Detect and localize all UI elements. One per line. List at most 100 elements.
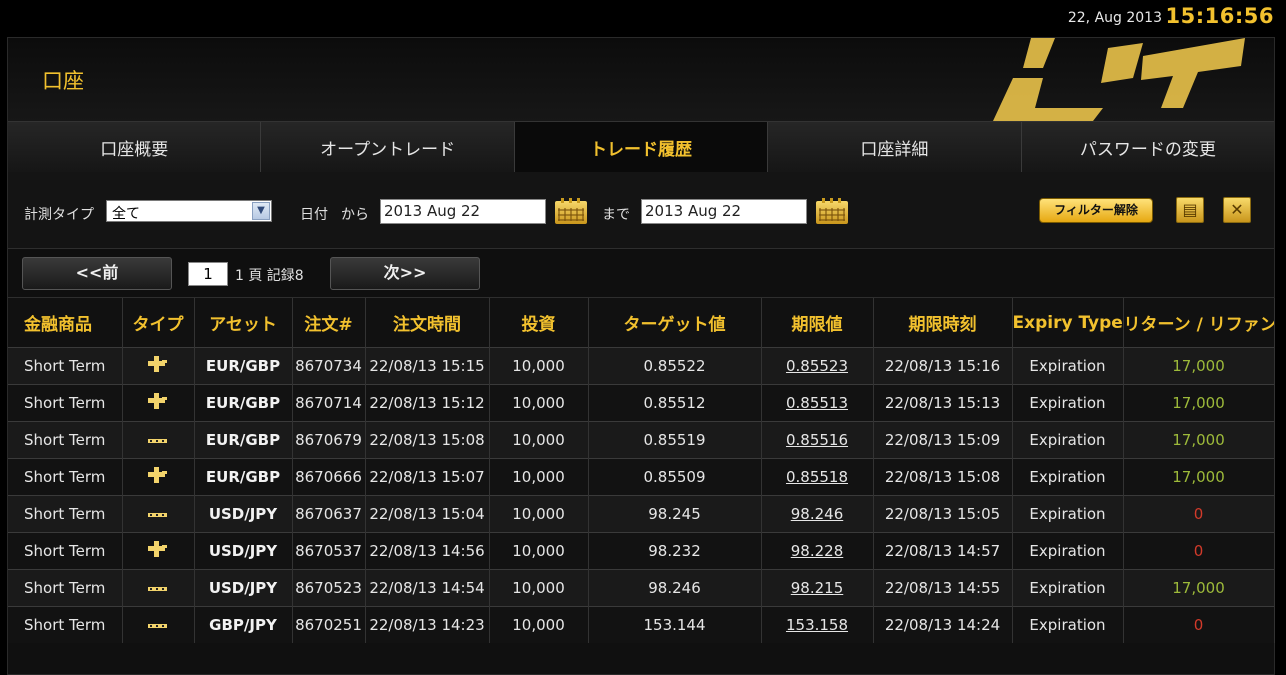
table-cell: 17,000 [1123,347,1275,385]
call-icon [122,532,195,570]
filter-bar: 計測タイプ 全て ▼ 日付 から 2013 Aug 22 まで 2013 Aug… [8,172,1274,249]
table-cell: 22/08/13 15:05 [873,495,1013,533]
tab-account-overview[interactable]: 口座概要 [8,122,262,172]
put-icon [122,569,195,607]
column-header[interactable]: 金融商品 [8,298,123,348]
expiry-value-link[interactable]: 98.246 [761,495,874,533]
expiry-value-link[interactable]: 0.85516 [761,421,874,459]
column-header[interactable]: 注文時間 [365,298,490,348]
table-row: Short Term EUR/GBP 8670679 22/08/13 15:08 10… [8,421,1275,459]
table-cell: Expiration [1012,532,1124,570]
expiry-value-link[interactable]: 0.85523 [761,347,874,385]
table-cell: 8670537 [292,532,366,570]
column-header[interactable]: 期限値 [761,298,874,348]
next-page-button[interactable]: 次>> [330,257,480,290]
table-cell: EUR/GBP [194,421,293,459]
chevron-down-icon[interactable]: ▼ [252,202,270,220]
table-cell: Expiration [1012,384,1124,422]
table-cell: 22/08/13 15:04 [365,495,490,533]
table-cell: USD/JPY [194,569,293,607]
tab-open-trades[interactable]: オープントレード [261,122,515,172]
calendar-icon[interactable] [555,198,587,224]
tab-account-details[interactable]: 口座詳細 [768,122,1022,172]
table-row: Short Term USD/JPY 8670537 22/08/13 14:56 10… [8,532,1275,570]
table-cell: GBP/JPY [194,606,293,643]
table-cell: 22/08/13 15:07 [365,458,490,496]
table-row: Short Term EUR/GBP 8670734 22/08/13 15:15 10… [8,347,1275,385]
table-row: Short Term USD/JPY 8670523 22/08/13 14:54 10… [8,569,1275,607]
put-icon [122,606,195,643]
table-cell: Short Term [8,606,123,643]
table-cell: 22/08/13 15:16 [873,347,1013,385]
table-cell: 10,000 [489,495,589,533]
table-cell: EUR/GBP [194,347,293,385]
table-cell: 22/08/13 14:56 [365,532,490,570]
page-number-input[interactable]: 1 [188,262,228,286]
page-title: 口座 [42,69,84,93]
expiry-value-link[interactable]: 0.85518 [761,458,874,496]
table-cell: 0 [1123,495,1275,533]
put-icon [122,495,195,533]
prev-page-button[interactable]: <<前 [22,257,172,290]
type-filter-label: 計測タイプ [24,207,94,223]
expiry-value-link[interactable]: 153.158 [761,606,874,643]
table-cell: 8670637 [292,495,366,533]
top-bar: 22, Aug 2013 15:16:56 [0,0,1286,38]
to-date-field[interactable]: 2013 Aug 22 [641,199,807,224]
pagination-bar: <<前 1 1 頁 記録8 次>> [8,249,1274,298]
expiry-value-link[interactable]: 98.215 [761,569,874,607]
table-cell: 22/08/13 15:08 [365,421,490,459]
table-cell: Short Term [8,347,123,385]
table-cell: USD/JPY [194,495,293,533]
table-cell: 22/08/13 14:24 [873,606,1013,643]
column-header[interactable]: Expiry Type [1012,298,1124,348]
table-cell: 8670251 [292,606,366,643]
expiry-value-link[interactable]: 0.85513 [761,384,874,422]
print-icon[interactable]: ▤ [1176,197,1204,223]
table-cell: 17,000 [1123,569,1275,607]
table-cell: Short Term [8,569,123,607]
table-cell: USD/JPY [194,532,293,570]
account-panel: 口座 口座概要 オープントレード トレード履歴 口座詳細 パスワードの変更 計測… [7,37,1275,675]
tab-change-password[interactable]: パスワードの変更 [1021,122,1275,172]
table-cell: Expiration [1012,569,1124,607]
table-header-row: 金融商品 タイプ アセット 注文# 注文時間 投資 ターゲット値 期限値 期限時刻 Expiry … [8,298,1275,348]
table-cell: 0.85509 [588,458,762,496]
column-header[interactable]: ターゲット値 [588,298,762,348]
table-cell: 22/08/13 15:15 [365,347,490,385]
table-cell: 0 [1123,606,1275,643]
expiry-value-link[interactable]: 98.228 [761,532,874,570]
table-cell: 17,000 [1123,384,1275,422]
table-cell: EUR/GBP [194,384,293,422]
table-cell: 98.232 [588,532,762,570]
column-header[interactable]: タイプ [122,298,195,348]
table-cell: 17,000 [1123,458,1275,496]
from-date-field[interactable]: 2013 Aug 22 [380,199,546,224]
current-date: 22, Aug 2013 [1067,10,1162,26]
column-header[interactable]: 投資 [489,298,589,348]
table-cell: 8670679 [292,421,366,459]
trade-history-table: 金融商品 タイプ アセット 注文# 注文時間 投資 ターゲット値 期限値 期限時刻 Expiry … [8,298,1275,643]
table-cell: Expiration [1012,458,1124,496]
table-row: Short Term USD/JPY 8670637 22/08/13 15:04 10… [8,495,1275,533]
table-cell: 153.144 [588,606,762,643]
date-label: 日付 [300,207,328,223]
column-header[interactable]: 期限時刻 [873,298,1013,348]
column-header[interactable]: 注文# [292,298,366,348]
table-cell: 10,000 [489,569,589,607]
clear-filter-button[interactable]: フィルター解除 [1039,198,1153,223]
table-cell: 8670714 [292,384,366,422]
calendar-icon[interactable] [816,198,848,224]
excel-export-icon[interactable]: ✕ [1223,197,1251,223]
table-cell: Short Term [8,495,123,533]
table-cell: 0.85522 [588,347,762,385]
column-header[interactable]: リターン / リファンド [1123,298,1275,348]
table-cell: 98.246 [588,569,762,607]
table-cell: 17,000 [1123,421,1275,459]
table-cell: 0 [1123,532,1275,570]
column-header[interactable]: アセット [194,298,293,348]
tab-trade-history[interactable]: トレード履歴 [514,122,769,172]
type-filter-select[interactable]: 全て ▼ [106,200,272,222]
call-icon [122,458,195,496]
table-cell: 22/08/13 14:57 [873,532,1013,570]
